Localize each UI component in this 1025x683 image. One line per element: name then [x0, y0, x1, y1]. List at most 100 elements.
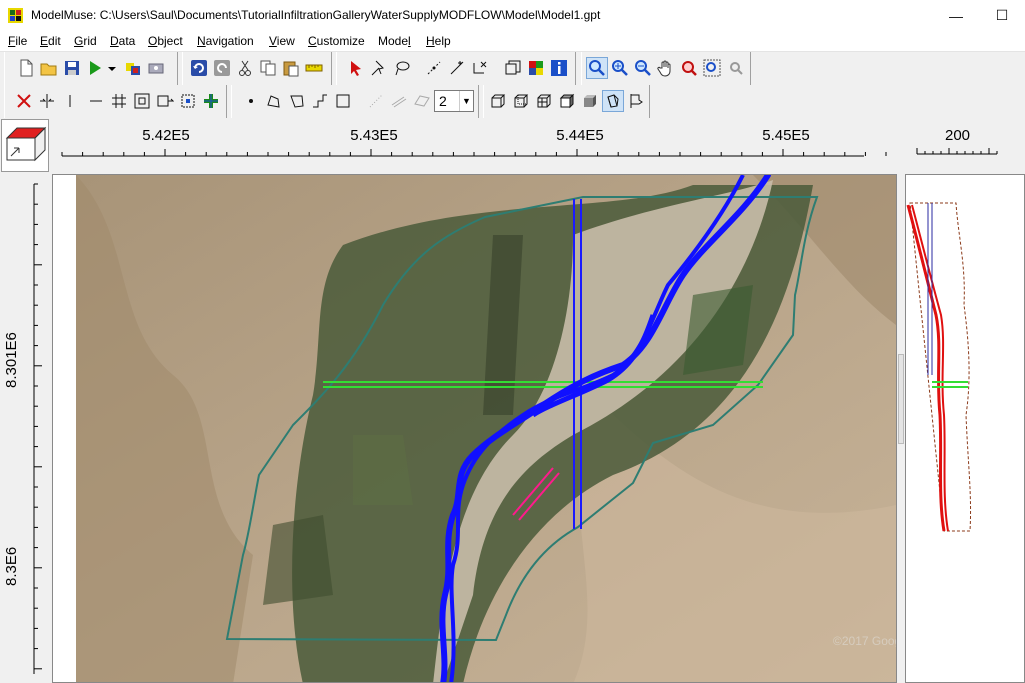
- rotate-grid-button[interactable]: [177, 90, 199, 112]
- rectangle-icon: [336, 94, 350, 108]
- view-splitter[interactable]: [897, 174, 905, 683]
- delete-grid-line-button[interactable]: [13, 90, 35, 112]
- view-top-button[interactable]: [487, 90, 509, 112]
- grid-hash-icon: [112, 94, 126, 108]
- delete-vertex-button[interactable]: [469, 57, 491, 79]
- zoom-in-button[interactable]: [609, 57, 631, 79]
- dotted-grid-button[interactable]: [365, 90, 387, 112]
- modelmuse-app-icon: [8, 8, 23, 23]
- title-bar: ModelMuse: C:\Users\Saul\Documents\Tutor…: [0, 0, 1025, 31]
- zoom-extents-button[interactable]: [678, 57, 700, 79]
- side-view-panel[interactable]: [905, 174, 1025, 683]
- add-vertical-line-button[interactable]: [59, 90, 81, 112]
- object-toolbar: [336, 52, 576, 85]
- menu-navigation[interactable]: Navigation: [197, 34, 254, 48]
- grid-properties-button[interactable]: [502, 57, 524, 79]
- zoom-out-button[interactable]: [632, 57, 654, 79]
- cut-button[interactable]: [234, 57, 256, 79]
- paste-button[interactable]: [280, 57, 302, 79]
- menu-data[interactable]: Data: [110, 34, 135, 48]
- save-icon: [65, 61, 79, 75]
- generate-grid-button[interactable]: [108, 90, 130, 112]
- view-orientation-cube[interactable]: [1, 119, 49, 172]
- redo-icon: [214, 60, 230, 76]
- run-model-dropdown[interactable]: [106, 57, 118, 79]
- view-3d-button[interactable]: [556, 90, 578, 112]
- view-toolbar: [483, 85, 650, 118]
- info-button[interactable]: [548, 57, 570, 79]
- smooth-grid-button[interactable]: [154, 90, 176, 112]
- solid-cube-button[interactable]: [579, 90, 601, 112]
- run-model-button[interactable]: [84, 57, 106, 79]
- select-objects-button[interactable]: [345, 57, 367, 79]
- select-point-button[interactable]: [368, 57, 390, 79]
- grid-edit-toolbar: [4, 85, 227, 118]
- new-file-button[interactable]: [15, 57, 37, 79]
- draw-line-button[interactable]: [263, 90, 285, 112]
- restore-view-button[interactable]: [724, 57, 746, 79]
- map-canvas[interactable]: ©2017 Google: [53, 175, 897, 683]
- map-watermark: ©2017 Google: [833, 634, 897, 648]
- menu-customize[interactable]: Customize: [308, 34, 365, 48]
- double-line-button[interactable]: [388, 90, 410, 112]
- splitter-grip[interactable]: [898, 354, 904, 444]
- polyline-icon: [267, 95, 280, 108]
- add-horizontal-line-button[interactable]: [85, 90, 107, 112]
- view-side-button[interactable]: [533, 90, 555, 112]
- add-grid-button[interactable]: [200, 90, 222, 112]
- insert-vertex-button[interactable]: [446, 57, 468, 79]
- left-ruler: 8.301E6 8.3E6: [0, 174, 52, 683]
- draw-toolbar: 2 ▼: [231, 85, 479, 118]
- double-line-icon: [391, 96, 407, 108]
- zoom-out-icon: [635, 60, 651, 76]
- menu-model[interactable]: Model: [378, 34, 411, 48]
- menu-object[interactable]: Object: [148, 34, 183, 48]
- color-grid-button[interactable]: [525, 57, 547, 79]
- zoom-window-button[interactable]: [701, 57, 723, 79]
- rotate-view-button[interactable]: [602, 90, 624, 112]
- undo-button[interactable]: [188, 57, 210, 79]
- field-block: [683, 285, 753, 375]
- minimize-button[interactable]: —: [933, 0, 979, 31]
- measure-button[interactable]: [303, 57, 325, 79]
- view-front-button[interactable]: [510, 90, 532, 112]
- red-cube-icon: [5, 126, 47, 162]
- save-button[interactable]: [61, 57, 83, 79]
- draw-polygon-button[interactable]: [286, 90, 308, 112]
- move-vertex-button[interactable]: [423, 57, 445, 79]
- flag-icon: [630, 94, 643, 108]
- pan-button[interactable]: [655, 57, 677, 79]
- red-arrow-icon: [351, 61, 361, 76]
- draw-step-button[interactable]: [309, 90, 331, 112]
- draw-point-button[interactable]: [240, 90, 262, 112]
- edit-toolbar: [182, 52, 332, 85]
- menu-help[interactable]: Help: [426, 34, 451, 48]
- play-icon: [90, 61, 101, 75]
- open-button[interactable]: [38, 57, 60, 79]
- side-view-canvas[interactable]: [906, 175, 1025, 683]
- parallelogram-icon: [414, 95, 430, 107]
- copy-button[interactable]: [257, 57, 279, 79]
- cube-grid-icon: [537, 94, 552, 108]
- export-button[interactable]: [122, 57, 144, 79]
- menu-bar: File Edit Grid Data Object Navigation Vi…: [0, 31, 1025, 52]
- layer-combo[interactable]: 2 ▼: [434, 90, 474, 112]
- shape-button[interactable]: [411, 90, 433, 112]
- hand-icon: [657, 60, 671, 77]
- import-button[interactable]: [145, 57, 167, 79]
- draw-rectangle-button[interactable]: [332, 90, 354, 112]
- top-view-map[interactable]: ©2017 Google: [52, 174, 897, 683]
- zoom-button[interactable]: [586, 57, 608, 79]
- lasso-button[interactable]: [391, 57, 413, 79]
- point-icon: [249, 99, 253, 103]
- polygon-icon: [290, 95, 304, 108]
- redo-button[interactable]: [211, 57, 233, 79]
- move-grid-line-button[interactable]: [36, 90, 58, 112]
- spacing-button[interactable]: [131, 90, 153, 112]
- menu-view[interactable]: View: [269, 34, 295, 48]
- menu-grid[interactable]: Grid: [74, 34, 97, 48]
- flag-view-button[interactable]: [625, 90, 647, 112]
- menu-file[interactable]: File: [8, 34, 27, 48]
- maximize-button[interactable]: ☐: [979, 0, 1025, 31]
- menu-edit[interactable]: Edit: [40, 34, 61, 48]
